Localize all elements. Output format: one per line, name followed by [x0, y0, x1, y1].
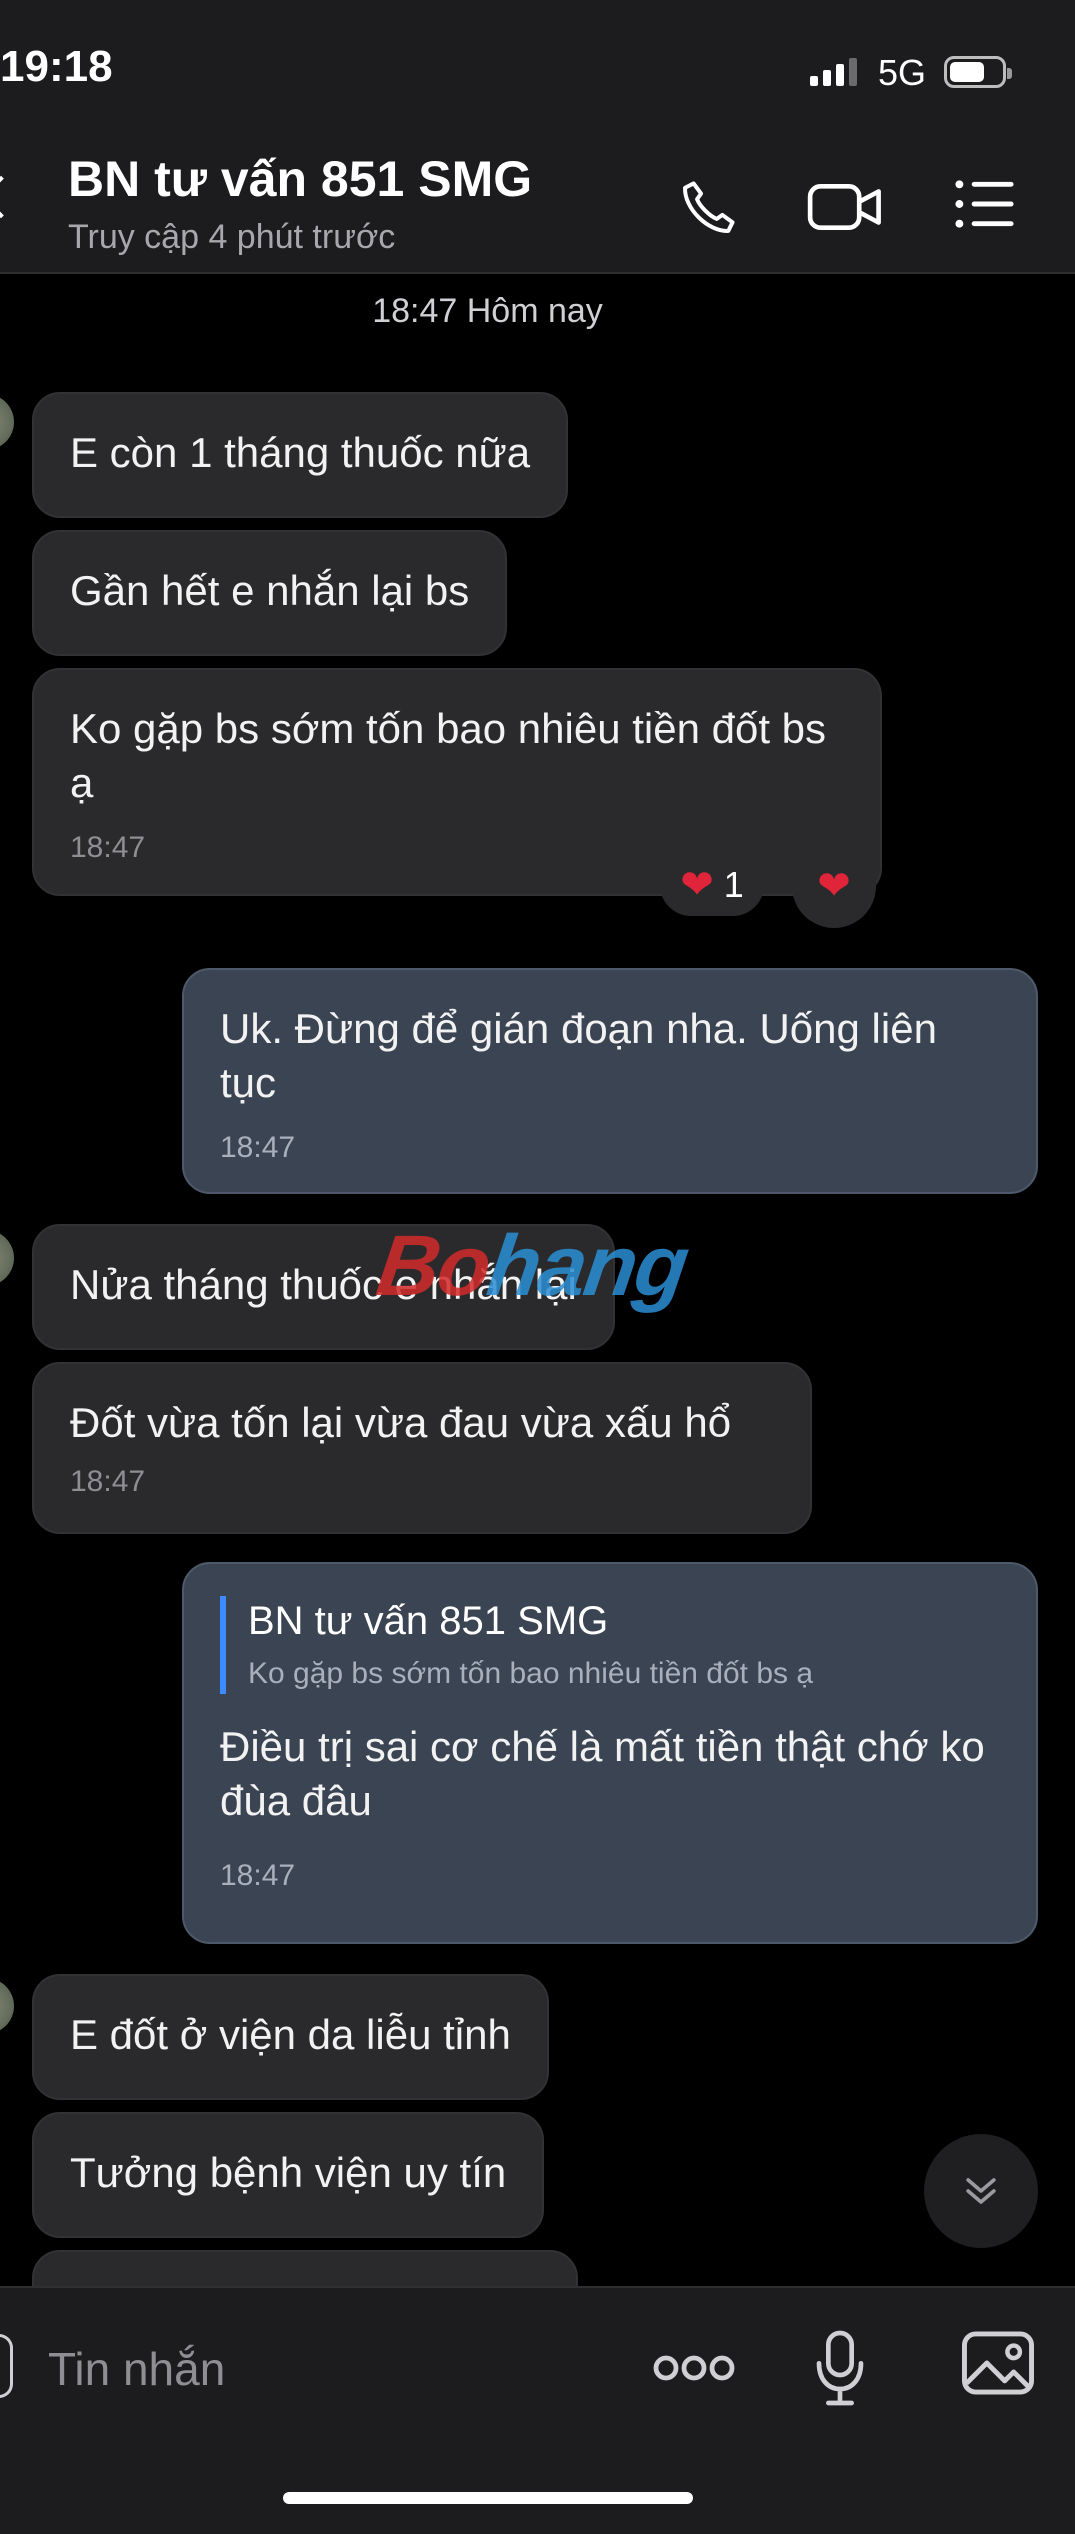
date-separator: 18:47 Hôm nay: [372, 292, 603, 330]
heart-icon: ❤: [680, 863, 714, 907]
chat-area[interactable]: 18:47 Hôm nay E còn 1 tháng thuốc nữa Gầ…: [0, 272, 1075, 2286]
message-outgoing[interactable]: Uk. Đừng để gián đoạn nha. Uống liên tục…: [182, 968, 1038, 1194]
sticker-icon[interactable]: [0, 2334, 13, 2398]
message-incoming[interactable]: Tưởng bệnh viện uy tín: [32, 2112, 545, 2238]
network-label: 5G: [878, 52, 927, 93]
microphone-icon[interactable]: [812, 2328, 868, 2408]
message-time: 18:47: [220, 1859, 296, 1892]
battery-icon: [944, 56, 1012, 88]
message-incoming[interactable]: Gần hết e nhắn lại bs: [32, 530, 508, 656]
top-bar: 19:18 5G BN tư vấn 851 SMG Truy cập 4 ph…: [0, 0, 1075, 274]
quoted-message[interactable]: BN tư vấn 851 SMG Ko gặp bs sớm tốn bao …: [220, 1596, 1000, 1694]
message-text: Uk. Đừng để gián đoạn nha. Uống liên tục: [220, 1005, 937, 1106]
image-icon[interactable]: [960, 2328, 1036, 2398]
reaction-count: 1: [723, 864, 744, 905]
message-text: Điều trị sai cơ chế là mất tiền thật chớ…: [220, 1723, 985, 1824]
react-heart-button[interactable]: ❤: [792, 844, 876, 928]
message-text: Ko gặp bs sớm tốn bao nhiêu tiền đốt bs …: [70, 705, 827, 806]
message-text: E đốt ở viện da liễu tỉnh: [70, 2011, 511, 2058]
quoted-sender: BN tư vấn 851 SMG: [248, 1599, 609, 1643]
status-time: 19:18: [0, 42, 113, 91]
avatar[interactable]: [0, 1978, 14, 2034]
back-icon[interactable]: [0, 175, 23, 219]
message-text: E còn 1 tháng thuốc nữa: [70, 429, 531, 476]
message-text: Đốt vừa tốn lại vừa đau vừa xấu hổ: [70, 1399, 732, 1446]
watermark: Bohang: [371, 1218, 693, 1314]
message-outgoing-reply[interactable]: BN tư vấn 851 SMG Ko gặp bs sớm tốn bao …: [182, 1562, 1038, 1944]
message-time: 18:47: [220, 1131, 296, 1164]
last-seen-status: Truy cập 4 phút trước: [68, 218, 396, 256]
message-text: Tưởng bệnh viện uy tín: [70, 2149, 507, 2196]
avatar[interactable]: [0, 1230, 14, 1286]
more-icon[interactable]: [652, 2336, 736, 2400]
chat-title[interactable]: BN tư vấn 851 SMG: [68, 150, 532, 208]
message-incoming[interactable]: Đốt vừa tốn lại vừa đau vừa xấu hổ 18:47: [32, 1362, 812, 1534]
reaction-summary[interactable]: ❤ 1: [660, 854, 764, 916]
scroll-to-bottom-button[interactable]: [924, 2134, 1038, 2248]
video-call-icon[interactable]: [806, 176, 884, 238]
message-input[interactable]: [46, 2326, 610, 2412]
chevron-double-down-icon: [966, 2178, 996, 2204]
menu-list-icon[interactable]: [952, 176, 1016, 232]
message-incoming[interactable]: E đốt ở viện da liễu tỉnh: [32, 1974, 549, 2100]
avatar[interactable]: [0, 394, 14, 450]
signal-icon: [810, 58, 857, 86]
message-incoming[interactable]: [32, 2250, 578, 2286]
message-incoming[interactable]: E còn 1 tháng thuốc nữa: [32, 392, 569, 518]
message-text: Gần hết e nhắn lại bs: [70, 567, 470, 614]
heart-icon: ❤: [817, 864, 851, 908]
home-indicator[interactable]: [283, 2492, 693, 2504]
phone-icon[interactable]: [676, 176, 740, 240]
message-time: 18:47: [70, 1465, 146, 1498]
quoted-text: Ko gặp bs sớm tốn bao nhiêu tiền đốt bs …: [248, 1657, 814, 1690]
